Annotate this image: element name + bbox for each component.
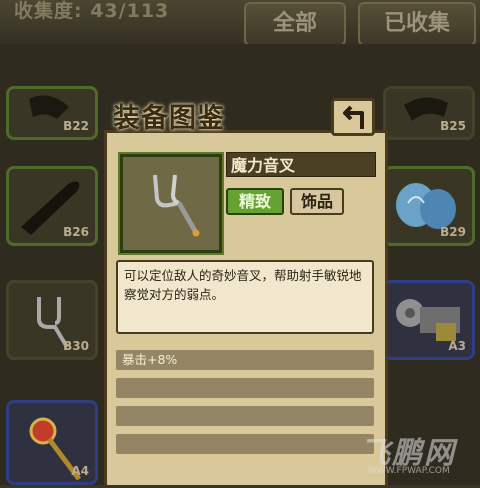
back-arrow-icon xyxy=(343,105,364,129)
slot-label: B29 xyxy=(440,225,466,239)
grid-slot[interactable]: B29 xyxy=(383,166,475,246)
item-description: 可以定位敌人的奇妙音叉，帮助射手敏锐地察觉对方的弱点。 xyxy=(116,260,374,334)
top-bar: 收集度: 43/113 全部 已收集 xyxy=(0,0,480,46)
claw-icon xyxy=(404,97,448,121)
stat-row xyxy=(116,434,374,454)
grid-slot[interactable]: B25 xyxy=(383,86,475,140)
tab-all[interactable]: 全部 xyxy=(244,2,346,46)
grid-slot[interactable]: B26 xyxy=(6,166,98,246)
quality-badge: 精致 xyxy=(226,188,284,215)
slot-label: B30 xyxy=(63,339,89,353)
collection-progress: 收集度: 43/113 xyxy=(14,0,170,22)
grid-slot[interactable]: A3 xyxy=(383,280,475,360)
item-icon-frame xyxy=(118,152,224,255)
slot-label: B22 xyxy=(63,119,89,133)
grid-slot[interactable]: B30 xyxy=(6,280,98,360)
slot-label: A4 xyxy=(71,464,89,478)
claw-icon xyxy=(29,95,69,119)
stat-row: 暴击+8% xyxy=(116,350,374,370)
dialog-title: 装备图鉴 xyxy=(113,103,225,134)
stat-row xyxy=(116,378,374,398)
watermark-url: WWW.FPWAP.COM xyxy=(368,466,450,476)
tuning-fork-icon xyxy=(153,174,200,237)
slot-label: B25 xyxy=(440,119,466,133)
item-name: 魔力音叉 xyxy=(226,152,376,177)
tab-collected[interactable]: 已收集 xyxy=(358,2,476,46)
stat-row xyxy=(116,406,374,426)
type-badge: 饰品 xyxy=(290,188,344,215)
grid-slot[interactable]: B22 xyxy=(6,86,98,140)
back-button[interactable] xyxy=(331,98,375,136)
grid-slot[interactable]: A4 xyxy=(6,400,98,485)
slot-label: A3 xyxy=(448,339,466,353)
slot-label: B26 xyxy=(63,225,89,239)
